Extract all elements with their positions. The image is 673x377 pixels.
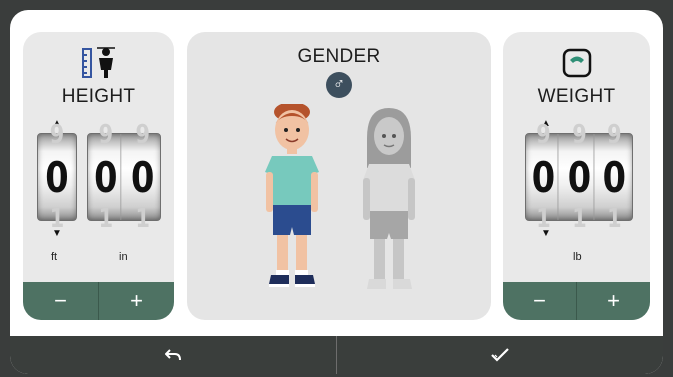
ghost-digit: 9: [98, 120, 114, 150]
footer-bar: [10, 336, 663, 374]
gender-symbol: ♂: [333, 76, 345, 93]
weight-reel[interactable]: 9 0 1 9 0 1 9 0 1: [525, 120, 633, 234]
weight-minus-button[interactable]: −: [503, 282, 577, 320]
inch-digit: 9 0 1: [128, 120, 156, 234]
weight-down-arrow-icon[interactable]: ▼: [541, 228, 551, 239]
inch-digit-value: 0: [130, 152, 154, 202]
weight-digit: 9 0 1: [565, 120, 594, 234]
height-minus-button[interactable]: −: [23, 282, 99, 320]
confirm-button[interactable]: [337, 336, 663, 374]
inch-digit-value: 0: [94, 152, 118, 202]
weight-digit-value: 0: [567, 152, 591, 202]
height-stepper: − +: [23, 282, 174, 320]
ghost-digit: 1: [607, 204, 622, 234]
unit-in-label: in: [119, 251, 128, 263]
ghost-digit: 1: [571, 204, 587, 234]
weight-panel: WEIGHT ▲ 9 0 1 9 0 1 9 0 1 ▼ lb − +: [503, 32, 650, 320]
ghost-digit: 9: [536, 120, 551, 150]
boy-avatar[interactable]: [257, 104, 327, 296]
weight-stepper: − +: [503, 282, 650, 320]
height-title: HEIGHT: [61, 86, 136, 107]
inches-reel[interactable]: 9 0 1 9 0 1: [87, 120, 161, 234]
inch-digit: 9 0 1: [92, 120, 121, 234]
ghost-digit: 1: [98, 204, 114, 234]
height-panel: HEIGHT ▲ 9 0 1 9 0 1 9 0 1 ▼ ft in − +: [23, 32, 174, 320]
ghost-digit: 9: [607, 120, 622, 150]
unit-lb-label: lb: [573, 251, 582, 263]
app-screen: HEIGHT ▲ 9 0 1 9 0 1 9 0 1 ▼ ft in − + G…: [10, 10, 663, 374]
weight-title: WEIGHT: [537, 86, 616, 107]
unit-ft-label: ft: [51, 251, 58, 263]
ghost-digit: 9: [571, 120, 587, 150]
height-measure-icon: [79, 46, 119, 85]
weight-digit-value: 0: [531, 152, 556, 202]
ghost-digit: 9: [49, 120, 65, 150]
weight-digit: 9 0 1: [601, 120, 629, 234]
feet-digit-value: 0: [45, 152, 69, 202]
ghost-digit: 1: [135, 204, 150, 234]
feet-digit: 9 0 1: [42, 120, 72, 234]
height-plus-button[interactable]: +: [99, 282, 174, 320]
gender-panel: GENDER ♂: [187, 32, 491, 320]
undo-icon: [165, 349, 181, 361]
scale-icon: [562, 48, 592, 83]
back-button[interactable]: [10, 336, 337, 374]
checkmark-icon: [491, 348, 509, 362]
weight-digit-value: 0: [602, 152, 627, 202]
weight-digit: 9 0 1: [530, 120, 559, 234]
male-symbol-icon[interactable]: ♂: [326, 72, 352, 98]
feet-reel[interactable]: 9 0 1: [37, 120, 77, 234]
ghost-digit: 9: [135, 120, 150, 150]
gender-title: GENDER: [297, 46, 381, 67]
weight-plus-button[interactable]: +: [577, 282, 650, 320]
girl-avatar[interactable]: [353, 108, 425, 298]
feet-down-arrow-icon[interactable]: ▼: [52, 228, 62, 239]
